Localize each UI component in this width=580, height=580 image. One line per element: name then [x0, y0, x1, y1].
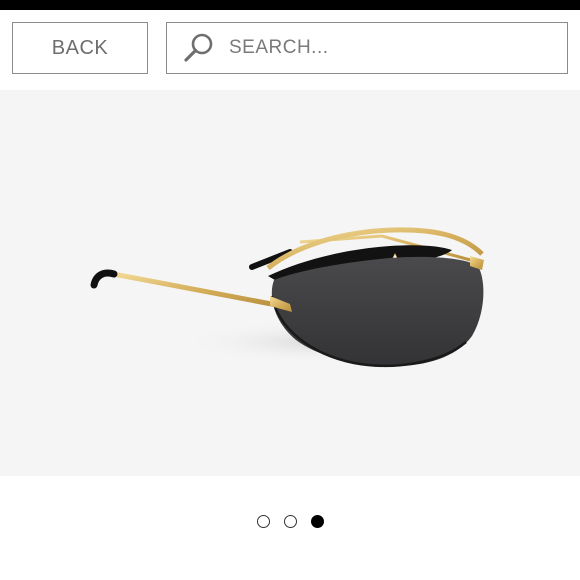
search-placeholder: SEARCH...	[229, 37, 329, 58]
search-input[interactable]: SEARCH...	[166, 22, 568, 74]
sunglasses-image	[90, 227, 484, 368]
product-page: BACK SEARCH...	[0, 0, 580, 580]
back-button[interactable]: BACK	[12, 22, 148, 74]
search-icon	[179, 28, 219, 68]
carousel-dot-1[interactable]	[256, 515, 270, 528]
product-image-area[interactable]	[0, 90, 580, 476]
carousel-indicator	[0, 515, 580, 535]
carousel-dot-2[interactable]	[283, 515, 297, 528]
top-status-bar	[0, 0, 580, 10]
carousel-dot-3[interactable]	[310, 515, 324, 528]
back-button-label: BACK	[51, 36, 109, 59]
